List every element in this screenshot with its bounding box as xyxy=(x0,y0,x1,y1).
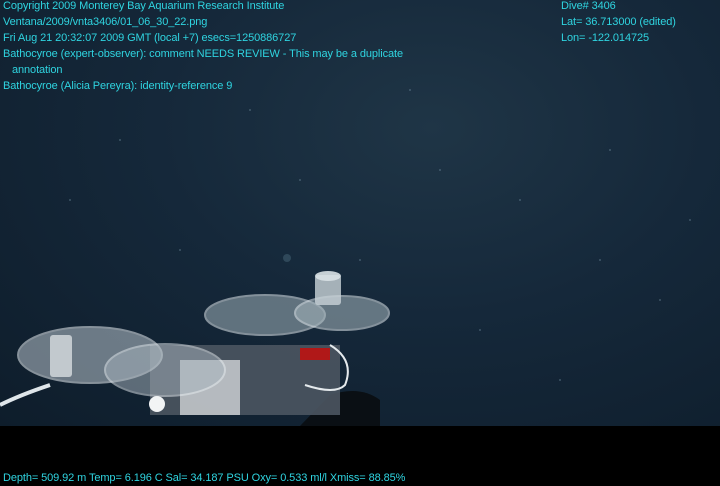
right-disk xyxy=(294,295,390,331)
telemetry-text: Depth= 509.92 m Temp= 6.196 C Sal= 34.18… xyxy=(3,472,406,484)
bathocyroe-organism xyxy=(283,254,291,262)
latitude-text: Lat= 36.713000 (edited) xyxy=(561,16,676,28)
dive-number: Dive# 3406 xyxy=(561,0,616,12)
red-fitting xyxy=(300,348,330,360)
video-frame: Copyright 2009 Monterey Bay Aquarium Res… xyxy=(0,0,720,486)
copyright-text: Copyright 2009 Monterey Bay Aquarium Res… xyxy=(3,0,285,12)
marine-snow-particles xyxy=(69,89,691,381)
white-knob xyxy=(149,396,165,412)
file-path-text: Ventana/2009/vnta3406/01_06_30_22.png xyxy=(3,16,208,28)
rov-equipment-illustration xyxy=(0,89,691,426)
comment-line2: annotation xyxy=(12,64,63,76)
identity-text: Bathocyroe (Alicia Pereyra): identity-re… xyxy=(3,80,233,92)
comment-line1: Bathocyroe (expert-observer): comment NE… xyxy=(3,48,403,60)
underwater-scene xyxy=(0,0,720,426)
longitude-text: Lon= -122.014725 xyxy=(561,32,650,44)
datetime-text: Fri Aug 21 20:32:07 2009 GMT (local +7) … xyxy=(3,32,297,44)
cable xyxy=(0,383,51,407)
